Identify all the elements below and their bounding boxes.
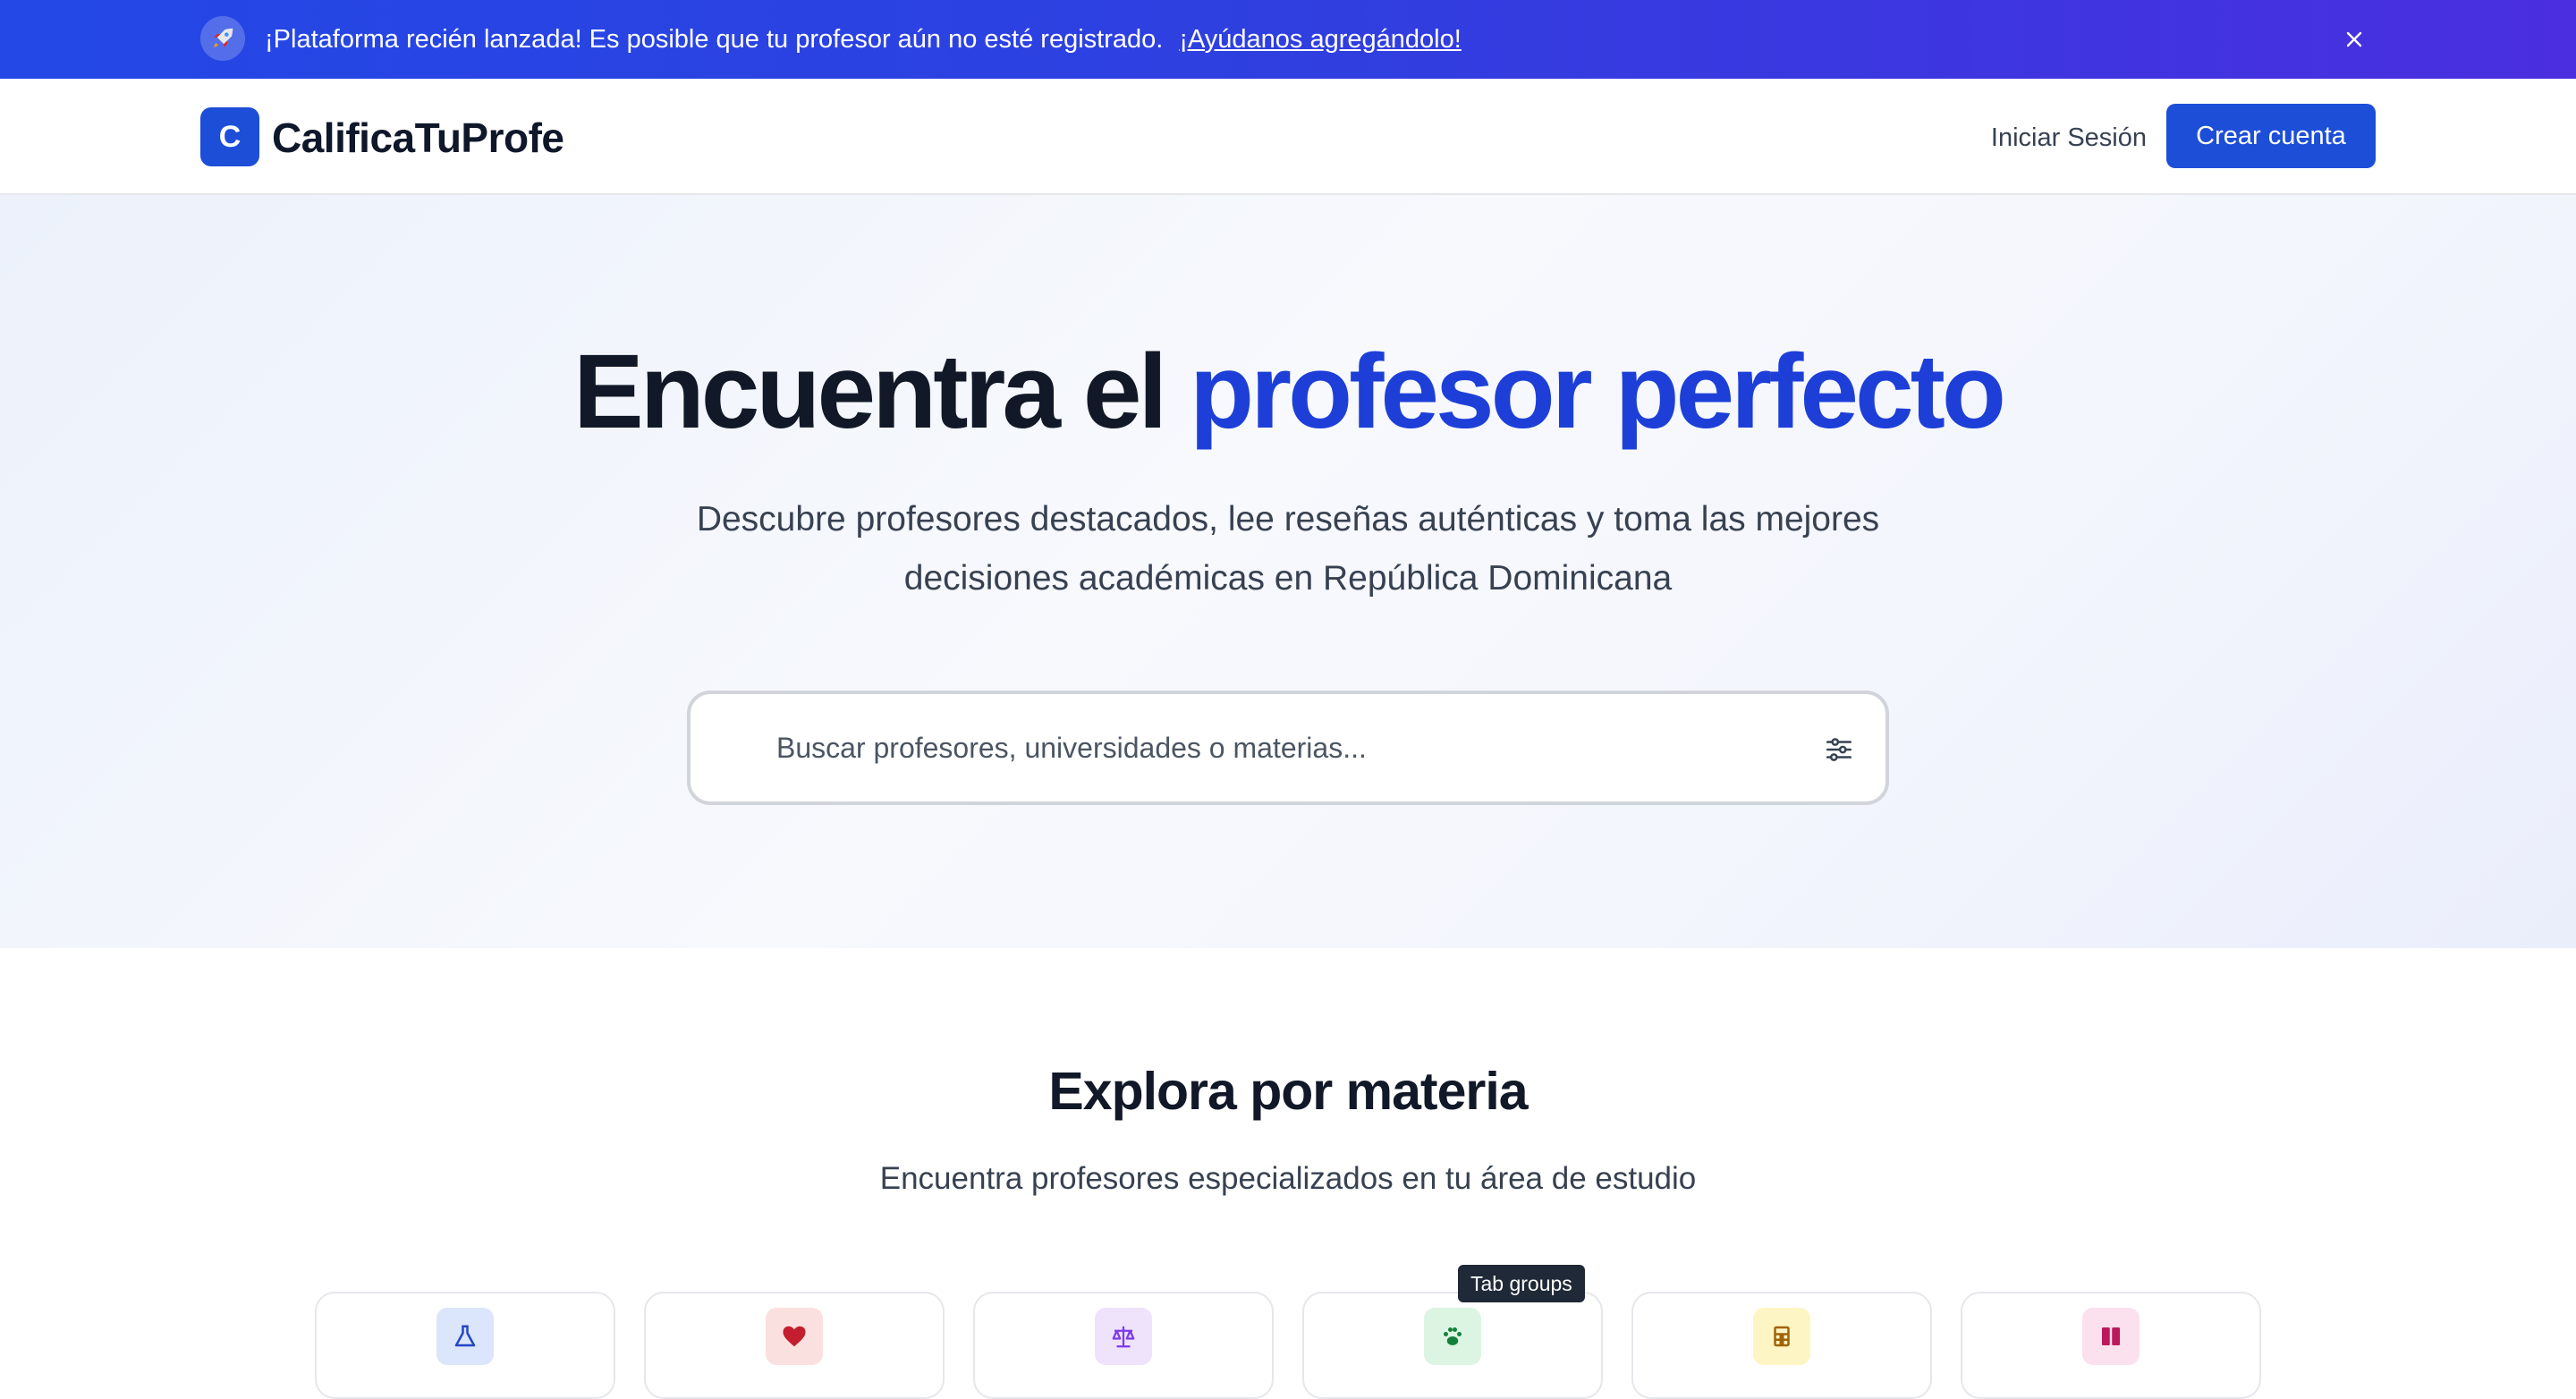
scale-icon (1095, 1308, 1152, 1365)
search-input[interactable] (776, 721, 1760, 775)
brand-name[interactable]: CalificaTuProfe (272, 114, 564, 161)
hero-title-plain: Encuentra el (573, 333, 1167, 451)
category-card-science[interactable] (315, 1292, 615, 1399)
book-icon (2082, 1308, 2140, 1365)
banner-message: ¡Plataforma recién lanzada! Es posible q… (265, 0, 1462, 79)
flask-icon (436, 1308, 494, 1365)
category-cards (315, 1292, 2265, 1399)
close-icon[interactable] (2334, 20, 2374, 59)
heart-icon (766, 1308, 823, 1365)
paw-icon (1424, 1308, 1481, 1365)
hero-title: Encuentra el profesor perfecto (0, 329, 2576, 454)
category-card-law[interactable] (973, 1292, 1274, 1399)
hero-title-accent: profesor perfecto (1190, 333, 2006, 451)
logo-mark[interactable]: C (200, 107, 259, 166)
hero-subtitle: Descubre profesores destacados, lee rese… (696, 500, 1880, 598)
search-box[interactable] (687, 691, 1889, 805)
category-card-veterinary[interactable] (1302, 1292, 1603, 1399)
calculator-icon (1753, 1308, 1810, 1365)
tab-groups-tooltip: Tab groups (1458, 1265, 1585, 1302)
category-card-literature[interactable] (1961, 1292, 2261, 1399)
explore-title: Explora por materia (1048, 1062, 1528, 1121)
sliders-icon[interactable] (1819, 730, 1859, 769)
site-header: C CalificaTuProfe Iniciar Sesión Crear c… (0, 79, 2576, 195)
rocket-icon (200, 16, 245, 61)
add-professor-link[interactable]: ¡Ayúdanos agregándolo! (1179, 25, 1462, 55)
banner-text: ¡Plataforma recién lanzada! Es posible q… (265, 24, 1164, 54)
category-card-math[interactable] (1631, 1292, 1932, 1399)
explore-subtitle: Encuentra profesores especializados en t… (879, 1161, 1697, 1196)
announcement-banner: ¡Plataforma recién lanzada! Es posible q… (0, 0, 2576, 79)
category-card-health[interactable] (644, 1292, 945, 1399)
login-link[interactable]: Iniciar Sesión (1968, 113, 2147, 163)
signup-button[interactable]: Crear cuenta (2166, 104, 2376, 168)
hero-section: Encuentra el profesor perfecto Descubre … (0, 195, 2576, 948)
